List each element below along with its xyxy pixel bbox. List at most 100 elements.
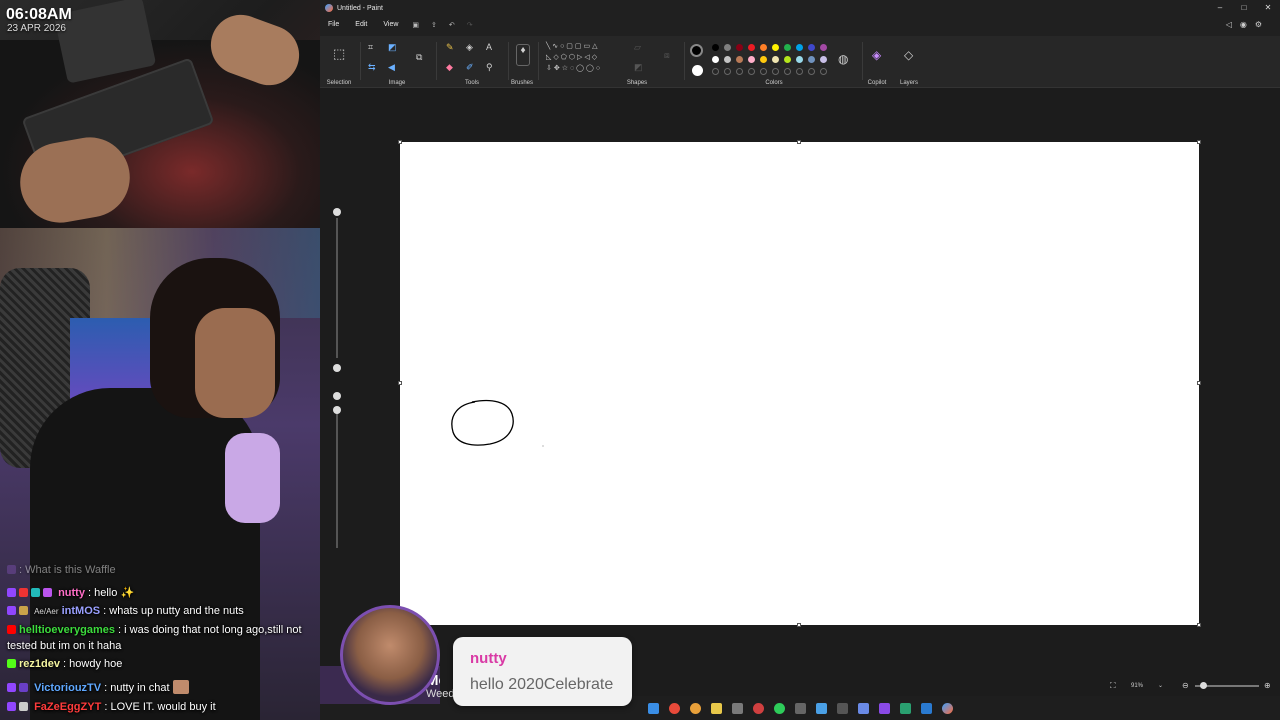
app-icon[interactable] [899,702,911,714]
color-swatch[interactable] [712,56,719,63]
app-icon[interactable] [878,702,890,714]
custom-color-slot[interactable] [724,68,731,75]
app-icon[interactable] [815,702,827,714]
media-icon[interactable] [731,702,743,714]
drawing-canvas[interactable] [400,142,1199,625]
size-knob[interactable] [333,364,341,372]
shape-options-icon[interactable]: ⧈ [664,50,670,61]
opacity-knob[interactable] [333,406,341,414]
color-swatch[interactable] [772,44,779,51]
color-swatch[interactable] [760,44,767,51]
settings-icon[interactable]: ⚙ [1255,20,1262,29]
rotate-icon[interactable]: ◀ [388,62,395,73]
color-swatch[interactable] [736,56,743,63]
undo-icon[interactable]: ↶ [443,18,461,34]
file-explorer-icon[interactable] [710,702,722,714]
menu-view[interactable]: View [375,18,406,34]
zoom-dropdown-icon[interactable]: ⌄ [1158,682,1163,689]
color-swatch[interactable] [772,56,779,63]
shape-fill-icon[interactable]: ◩ [634,62,643,73]
image-select-icon[interactable]: ⧉ [416,52,422,63]
color-swatch[interactable] [820,56,827,63]
eraser-icon[interactable]: ◆ [446,62,453,73]
color-swatch[interactable] [748,56,755,63]
app-icon[interactable] [857,702,869,714]
flip-icon[interactable]: ⇆ [368,62,376,73]
color-swatch[interactable] [724,44,731,51]
layers-group: ◇ Layers [896,38,922,88]
color-swatch[interactable] [796,56,803,63]
spotify-icon[interactable] [773,702,785,714]
share-icon[interactable]: ⇪ [425,18,443,34]
maximize-button[interactable]: □ [1232,0,1256,16]
resize-handle[interactable] [398,140,402,144]
shapes-gallery[interactable]: ╲∿○▢▢▭△ ◺◇⬠⬡▷◁◇ ⇩✥☆◌◯◯○ [546,41,602,74]
menu-edit[interactable]: Edit [347,18,375,34]
feedback-icon[interactable]: ◁ [1226,20,1232,29]
custom-color-slot[interactable] [784,68,791,75]
redo-icon[interactable]: ↷ [461,18,479,34]
text-icon[interactable]: A [486,42,492,52]
custom-color-slot[interactable] [772,68,779,75]
custom-color-slot[interactable] [796,68,803,75]
resize-icon[interactable]: ◩ [388,42,397,53]
custom-color-slot[interactable] [820,68,827,75]
selection-icon[interactable]: ⬚ [333,46,345,62]
secondary-color-swatch[interactable] [692,65,703,76]
color-swatch[interactable] [724,56,731,63]
resize-handle[interactable] [1197,623,1201,627]
resize-handle[interactable] [797,140,801,144]
color-swatch[interactable] [748,44,755,51]
color-swatch[interactable] [784,44,791,51]
color-swatch[interactable] [820,44,827,51]
zoom-level[interactable]: 91% [1131,683,1143,689]
color-swatch[interactable] [784,56,791,63]
app-icon[interactable] [794,702,806,714]
custom-color-slot[interactable] [736,68,743,75]
pencil-icon[interactable]: ✎ [446,42,454,53]
color-swatch[interactable] [760,56,767,63]
edit-colors-icon[interactable]: ◍ [838,52,848,66]
color-swatch[interactable] [712,44,719,51]
minimize-button[interactable]: – [1208,0,1232,16]
color-swatch[interactable] [808,56,815,63]
zoom-knob[interactable] [1200,682,1207,689]
brush-size-slider[interactable] [333,208,341,648]
resize-handle[interactable] [1197,140,1201,144]
copilot-icon[interactable]: ◈ [872,48,881,62]
color-picker-icon[interactable]: ✐ [466,62,474,73]
custom-color-slot[interactable] [712,68,719,75]
resize-handle[interactable] [797,623,801,627]
zoom-out-icon[interactable]: ⊖ [1182,681,1189,690]
outline-icon[interactable]: ▱ [634,42,641,53]
color-swatch[interactable] [808,44,815,51]
face-emote-icon [172,680,189,694]
paint-taskbar-icon[interactable] [941,702,953,714]
primary-color-swatch[interactable] [690,44,703,57]
custom-color-slot[interactable] [808,68,815,75]
fill-icon[interactable]: ◈ [466,42,473,53]
crop-icon[interactable]: ⌗ [368,42,373,53]
start-icon[interactable] [647,702,659,714]
close-button[interactable]: ✕ [1256,0,1280,16]
custom-color-slot[interactable] [748,68,755,75]
browser-icon[interactable] [689,702,701,714]
resize-handle[interactable] [398,381,402,385]
title-bar[interactable]: Untitled - Paint – □ ✕ [320,0,1280,16]
layers-icon[interactable]: ◇ [904,48,913,62]
resize-handle[interactable] [1197,381,1201,385]
magnifier-icon[interactable]: ⚲ [486,62,493,73]
color-swatch[interactable] [796,44,803,51]
app-icon[interactable] [836,702,848,714]
menu-file[interactable]: File [320,18,347,34]
chrome-icon[interactable] [668,702,680,714]
zoom-in-icon[interactable]: ⊕ [1264,681,1271,690]
color-swatch[interactable] [736,44,743,51]
vscode-icon[interactable] [920,702,932,714]
custom-color-slot[interactable] [760,68,767,75]
obs-icon[interactable] [752,702,764,714]
brush-icon[interactable]: ♦ [516,44,530,66]
save-icon[interactable]: ▣ [406,18,425,34]
fit-to-window-icon[interactable]: ⛶ [1110,681,1116,691]
account-icon[interactable]: ◉ [1240,20,1247,29]
